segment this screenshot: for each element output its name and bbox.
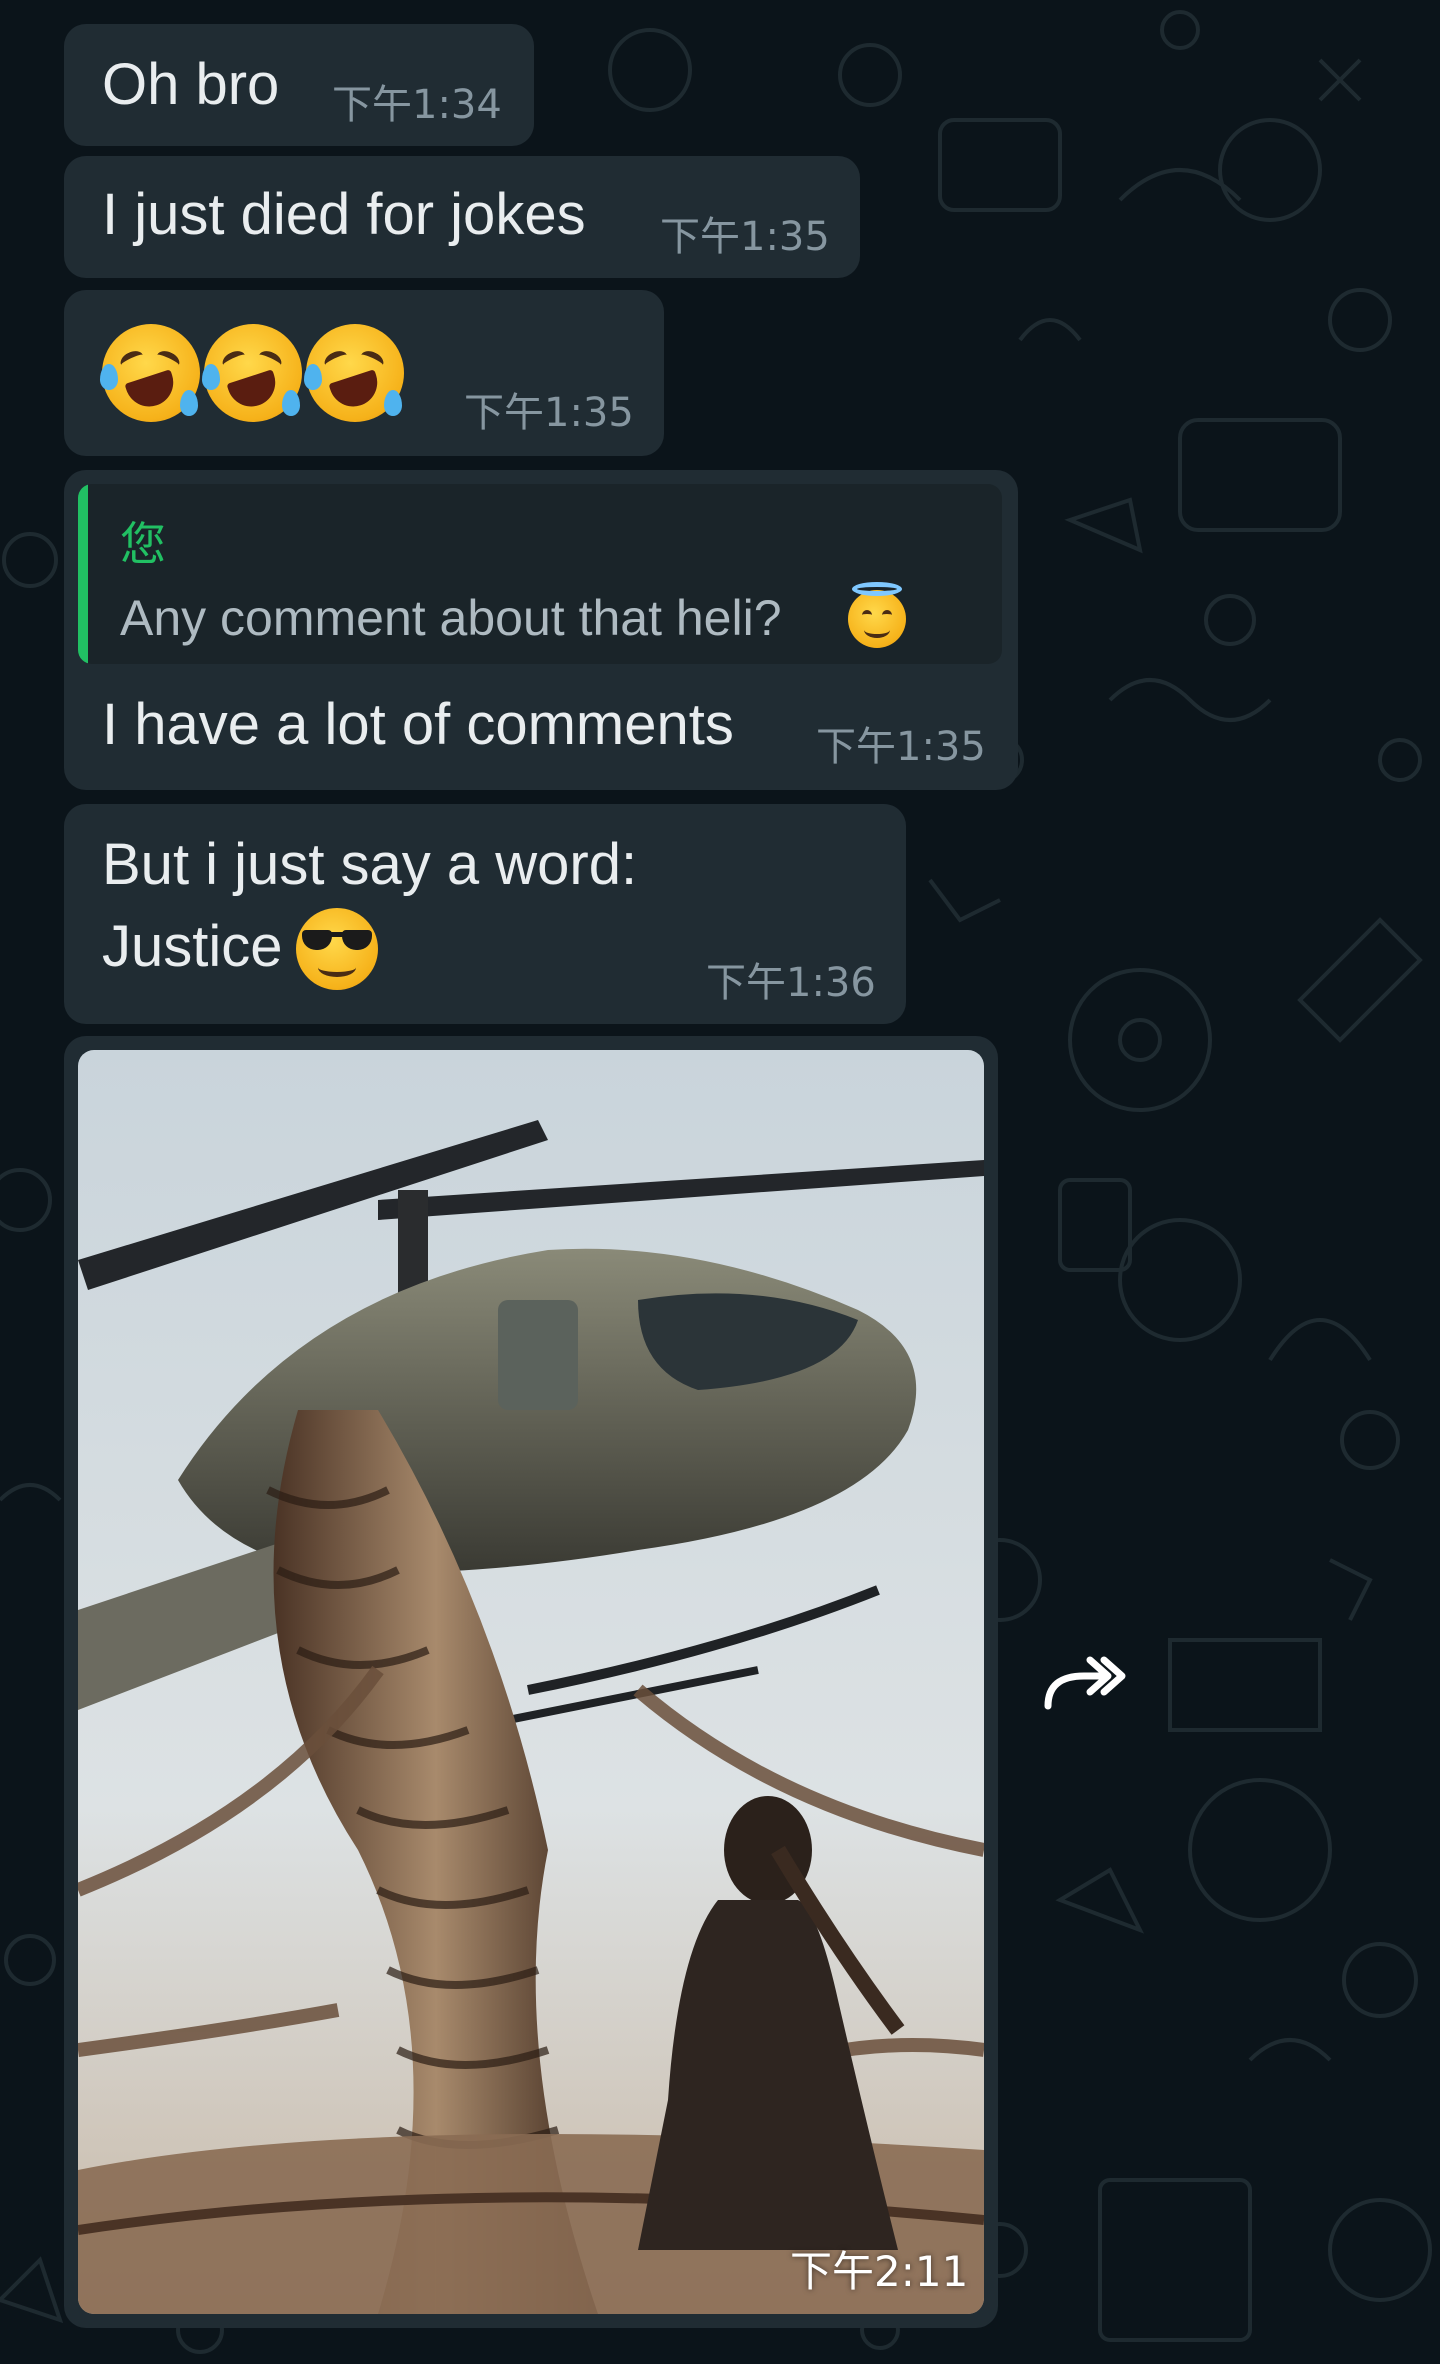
rolling-on-floor-laughing-emoji	[100, 324, 200, 422]
message-text: Justice	[102, 914, 283, 979]
quote-accent-bar	[78, 484, 88, 664]
message-text: Oh bro	[102, 52, 280, 117]
smiling-face-with-halo-emoji	[848, 582, 906, 648]
message-text: But i just say a word:	[102, 832, 638, 897]
quoted-reply[interactable]: 您 Any comment about that heli?	[78, 484, 1002, 664]
smiling-face-with-sunglasses-emoji	[296, 908, 378, 990]
photo-illustration	[78, 1050, 984, 2314]
quote-author: 您	[120, 518, 166, 570]
message-bubble[interactable]: 下午1:35	[64, 290, 664, 456]
message-timestamp: 下午1:35	[816, 724, 986, 770]
message-timestamp: 下午2:11	[790, 2247, 969, 2296]
image-message-bubble[interactable]: 下午2:11	[64, 1036, 998, 2328]
rolling-on-floor-laughing-emoji	[202, 324, 302, 422]
rolling-on-floor-laughing-emoji	[304, 324, 404, 422]
message-timestamp: 下午1:35	[660, 214, 830, 260]
message-timestamp: 下午1:34	[332, 82, 502, 128]
message-timestamp: 下午1:35	[464, 390, 634, 436]
message-timestamp: 下午1:36	[706, 960, 876, 1006]
message-bubble[interactable]: But i just say a word: Justice 下午1:36	[64, 804, 906, 1024]
quote-text: Any comment about that heli?	[120, 590, 782, 646]
message-bubble[interactable]: 您 Any comment about that heli? I have a …	[64, 470, 1018, 790]
message-text: I have a lot of comments	[102, 692, 734, 757]
forward-arrow-icon[interactable]	[1040, 1648, 1130, 1718]
message-bubble[interactable]: Oh bro 下午1:34	[64, 24, 534, 146]
message-text: I just died for jokes	[102, 182, 586, 247]
helicopter-lifted-by-braided-hair-photo[interactable]: 下午2:11	[78, 1050, 984, 2314]
message-bubble[interactable]: I just died for jokes 下午1:35	[64, 156, 860, 278]
